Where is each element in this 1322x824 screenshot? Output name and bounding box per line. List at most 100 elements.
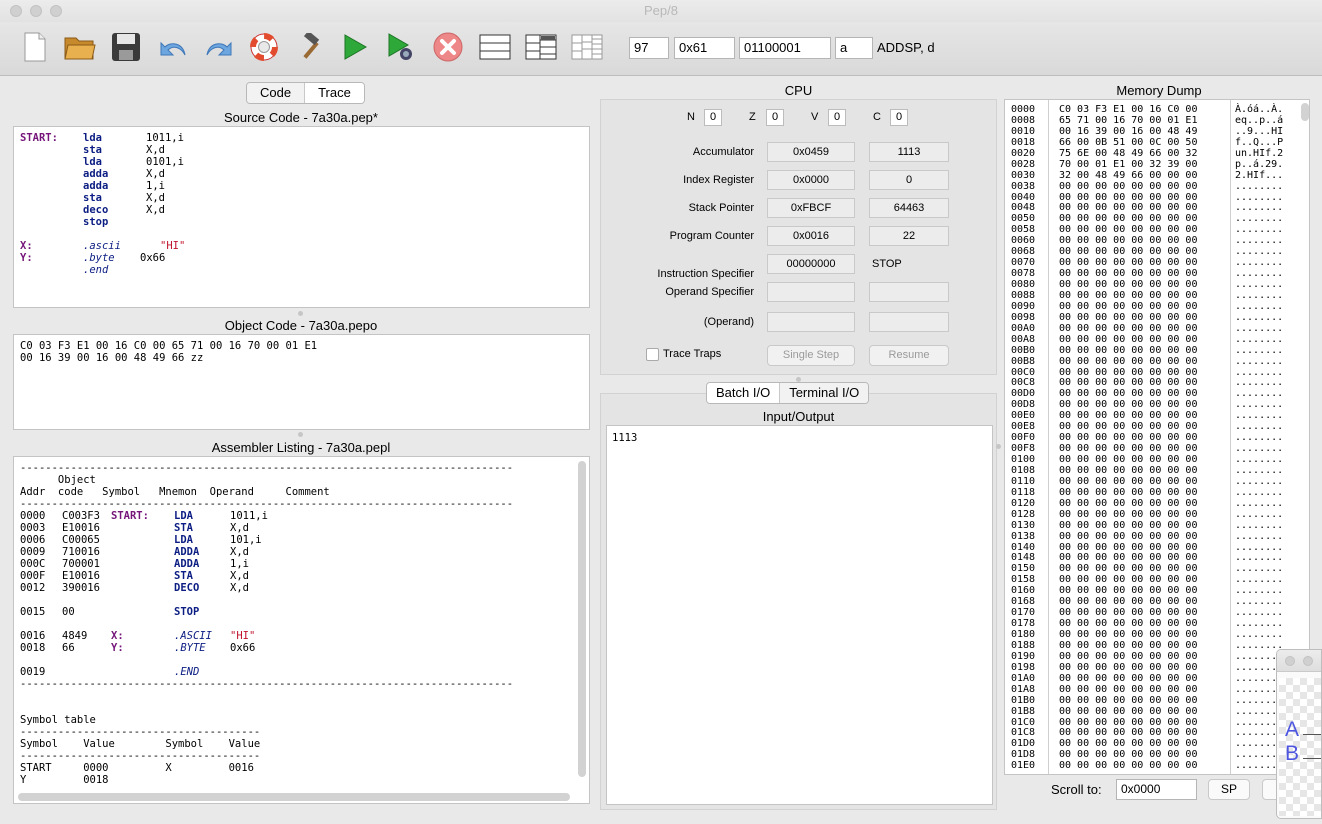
memory-address: 0098 (1011, 311, 1036, 323)
instruction-specifier-binary: 00000000 (767, 254, 855, 274)
memory-bytes: 00 00 00 00 00 00 00 00 (1059, 246, 1198, 258)
accumulator-hex: 0x0459 (767, 142, 855, 162)
memory-address: 0058 (1011, 224, 1036, 236)
memory-bytes: 00 00 00 00 00 00 00 00 (1059, 760, 1198, 772)
close-window-button[interactable] (10, 5, 22, 17)
operand-specifier-label: Operand Specifier (665, 286, 754, 298)
assembler-listing-content: -------------------------------------- --… (20, 462, 513, 786)
resume-button[interactable]: Resume (869, 345, 949, 366)
splitter-handle[interactable] (298, 432, 303, 437)
window-title: Pep/8 (644, 3, 678, 18)
source-code-editor[interactable]: START: lda 1011,i sta X,d lda 0101,i adda X,d add… (13, 126, 590, 308)
tab-code[interactable]: Code (247, 83, 305, 103)
minimize-window-button[interactable] (30, 5, 42, 17)
single-step-button[interactable]: Single Step (767, 345, 855, 366)
scroll-to-sp-button[interactable]: SP (1208, 779, 1250, 800)
listing-mnemonic: ADDA (174, 558, 200, 570)
memory-dump-view[interactable]: 0000 C0 03 F3 E1 00 16 C0 00 À.óá..À. 0008 6… (1004, 99, 1310, 775)
layout-grid-icon (571, 34, 603, 60)
overlay-minimize-button[interactable] (1303, 656, 1313, 666)
overlay-window[interactable]: A B (1276, 649, 1322, 819)
overlay-canvas: A B (1279, 678, 1321, 816)
save-button[interactable] (109, 30, 143, 64)
memory-bytes: 00 00 00 00 00 00 00 00 (1059, 749, 1198, 761)
open-file-button[interactable] (63, 30, 97, 64)
memory-address: 0108 (1011, 464, 1036, 476)
redo-button[interactable] (202, 30, 236, 64)
stop-debugging-button[interactable] (431, 30, 465, 64)
memory-bytes: 00 00 00 00 00 00 00 00 (1059, 574, 1198, 586)
layout-code-cpu-memory-button[interactable] (570, 30, 604, 64)
memory-address: 0188 (1011, 639, 1036, 651)
splitter-handle[interactable] (996, 444, 1001, 449)
memory-address: 0088 (1011, 289, 1036, 301)
source-operand: X,d (146, 144, 165, 156)
listing-rule: ----------------------------------------… (20, 678, 514, 690)
listing-object-code: E10016 (62, 522, 100, 534)
memory-address: 0038 (1011, 180, 1036, 192)
layout-code-only-button[interactable] (478, 30, 512, 64)
build-button[interactable] (295, 30, 329, 64)
memory-bytes: 00 00 00 00 00 00 00 00 (1059, 530, 1198, 542)
listing-operand: 1,i (230, 558, 249, 570)
listing-row: 000F E10016 STA X,d (20, 570, 513, 582)
memory-ascii: ........ (1235, 486, 1284, 498)
scroll-to-input[interactable]: 0x0000 (1116, 779, 1197, 800)
zoom-window-button[interactable] (50, 5, 62, 17)
memory-bytes: 32 00 48 49 66 00 00 00 (1059, 169, 1198, 181)
decimal-converter-input[interactable]: 97 (629, 37, 669, 59)
memory-ascii: ........ (1235, 289, 1284, 301)
flag-v-value: 0 (828, 109, 846, 126)
binary-converter-input[interactable]: 01100001 (739, 37, 831, 59)
trace-traps-checkbox[interactable] (646, 348, 659, 361)
overlay-close-button[interactable] (1285, 656, 1295, 666)
listing-row (20, 594, 513, 606)
start-debugging-button[interactable] (384, 30, 418, 64)
memory-address: 01B8 (1011, 705, 1036, 717)
assembler-listing-view[interactable]: -------------------------------------- --… (13, 456, 590, 804)
run-button[interactable] (338, 30, 372, 64)
memory-address: 00C8 (1011, 377, 1036, 389)
memory-address: 0178 (1011, 618, 1036, 630)
memory-address: 00B0 (1011, 344, 1036, 356)
listing-horizontal-scrollbar[interactable] (18, 793, 570, 801)
memory-ascii: ........ (1235, 443, 1284, 455)
listing-vertical-scrollbar[interactable] (578, 461, 586, 777)
new-file-button[interactable] (18, 30, 52, 64)
tab-batch-io[interactable]: Batch I/O (707, 383, 780, 403)
memory-ascii: ........ (1235, 607, 1284, 619)
stop-icon (433, 32, 463, 62)
source-mnemonic: sta (83, 144, 102, 156)
build-hammer-icon (303, 33, 320, 59)
memory-bytes: 00 00 00 00 00 00 00 00 (1059, 421, 1198, 433)
memory-address: 00E0 (1011, 410, 1036, 422)
tab-terminal-io[interactable]: Terminal I/O (779, 383, 869, 403)
memory-bytes: 65 71 00 16 70 00 01 E1 (1059, 114, 1198, 126)
help-button[interactable] (247, 30, 281, 64)
listing-mnemonic: .BYTE (174, 642, 206, 654)
memory-bytes: 00 00 00 00 00 00 00 00 (1059, 497, 1198, 509)
hex-converter-input[interactable]: 0x61 (674, 37, 735, 59)
object-code-editor[interactable]: C0 03 F3 E1 00 16 C0 00 65 71 00 16 70 0… (13, 334, 590, 430)
index-register-dec: 0 (869, 170, 949, 190)
listing-mnemonic: ADDA (174, 546, 200, 558)
memory-bytes: 00 00 00 00 00 00 00 00 (1059, 552, 1198, 564)
memory-bytes: 00 00 00 00 00 00 00 00 (1059, 213, 1198, 225)
layout-code-cpu-button[interactable] (524, 30, 558, 64)
memory-ascii: ........ (1235, 454, 1284, 465)
memory-bytes: 00 00 00 00 00 00 00 00 (1059, 388, 1198, 400)
ascii-converter-input[interactable]: a (835, 37, 873, 59)
listing-row: 0009 710016 ADDA X,d (20, 546, 513, 558)
io-textarea[interactable]: 1113 (606, 425, 993, 805)
memory-vertical-scrollbar[interactable] (1301, 103, 1309, 121)
splitter-handle[interactable] (298, 311, 303, 316)
source-mnemonic: lda (83, 156, 102, 168)
listing-addr: 0003 (20, 522, 46, 534)
tab-trace[interactable]: Trace (304, 83, 364, 103)
memory-address: 0130 (1011, 519, 1036, 531)
memory-bytes: 00 00 00 00 00 00 00 00 (1059, 202, 1198, 214)
memory-address: 0150 (1011, 563, 1036, 575)
memory-bytes: C0 03 F3 E1 00 16 C0 00 (1059, 104, 1198, 115)
undo-button[interactable] (156, 30, 190, 64)
debug-run-icon (388, 33, 412, 60)
